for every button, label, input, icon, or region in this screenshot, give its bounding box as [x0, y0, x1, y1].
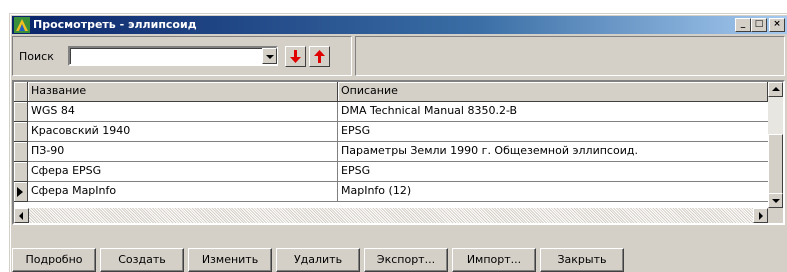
column-header-name[interactable]: Название — [28, 82, 338, 102]
table-header: Название Описание — [14, 82, 768, 102]
maximize-button[interactable]: □ — [751, 18, 767, 32]
scrollbar-corner — [768, 208, 783, 223]
ellipsoid-table[interactable]: Название Описание WGS 84 DMA Technical M… — [12, 80, 785, 225]
toolbar-empty-panel — [355, 36, 785, 76]
horizontal-scrollbar[interactable] — [14, 208, 768, 223]
cell-description[interactable]: DMA Technical Manual 8350.2-B — [338, 102, 768, 122]
arrow-up-icon — [314, 50, 325, 63]
delete-button[interactable]: Удалить — [276, 248, 360, 272]
cell-name[interactable]: Красовский 1940 — [28, 122, 338, 142]
search-combobox[interactable] — [68, 46, 278, 66]
export-button[interactable]: Экспорт... — [364, 248, 448, 272]
row-indicator[interactable] — [14, 162, 28, 182]
current-row-pointer-icon — [17, 187, 23, 197]
search-panel: Поиск — [12, 36, 352, 76]
vertical-scrollbar[interactable] — [768, 82, 783, 208]
table-row[interactable]: Сфера EPSG EPSG — [14, 162, 768, 182]
cell-name[interactable]: Сфера MapInfo — [28, 182, 338, 202]
scroll-up-button[interactable] — [768, 82, 783, 97]
table-row[interactable]: ПЗ-90 Параметры Земли 1990 г. Общеземной… — [14, 142, 768, 162]
close-button[interactable]: Закрыть — [540, 248, 624, 272]
cell-description[interactable]: MapInfo (12) — [338, 182, 768, 202]
close-window-button[interactable]: × — [769, 18, 785, 32]
create-button[interactable]: Создать — [100, 248, 184, 272]
ellipsoid-window: Просмотреть - эллипсоид _ □ × Поиск Назв… — [9, 13, 787, 272]
scroll-left-button[interactable] — [14, 208, 29, 223]
find-previous-button[interactable] — [309, 46, 330, 67]
row-indicator[interactable] — [14, 102, 28, 122]
arrow-down-icon — [290, 50, 301, 63]
cell-name[interactable]: ПЗ-90 — [28, 142, 338, 162]
app-icon — [14, 17, 30, 33]
row-indicator[interactable] — [14, 122, 28, 142]
row-indicator-current[interactable] — [14, 182, 28, 202]
search-label: Поиск — [19, 50, 54, 63]
edit-button[interactable]: Изменить — [188, 248, 272, 272]
import-button[interactable]: Импорт... — [452, 248, 536, 272]
scroll-right-button[interactable] — [753, 208, 768, 223]
row-indicator-header — [14, 82, 28, 102]
search-dropdown-button[interactable] — [262, 48, 277, 64]
table-row[interactable]: Красовский 1940 EPSG — [14, 122, 768, 142]
minimize-button[interactable]: _ — [735, 18, 751, 32]
scroll-down-button[interactable] — [768, 193, 783, 208]
table-row[interactable]: Сфера MapInfo MapInfo (12) — [14, 182, 768, 202]
table-row[interactable]: WGS 84 DMA Technical Manual 8350.2-B — [14, 102, 768, 122]
cell-description[interactable]: Параметры Земли 1990 г. Общеземной эллип… — [338, 142, 768, 162]
cell-name[interactable]: WGS 84 — [28, 102, 338, 122]
column-header-description[interactable]: Описание — [338, 82, 768, 102]
cell-name[interactable]: Сфера EPSG — [28, 162, 338, 182]
find-next-button[interactable] — [285, 46, 306, 67]
window-title: Просмотреть - эллипсоид — [33, 18, 197, 31]
title-bar[interactable]: Просмотреть - эллипсоид _ □ × — [12, 16, 787, 34]
cell-description[interactable]: EPSG — [338, 162, 768, 182]
cell-description[interactable]: EPSG — [338, 122, 768, 142]
row-indicator[interactable] — [14, 142, 28, 162]
details-button[interactable]: Подробно — [12, 248, 96, 272]
